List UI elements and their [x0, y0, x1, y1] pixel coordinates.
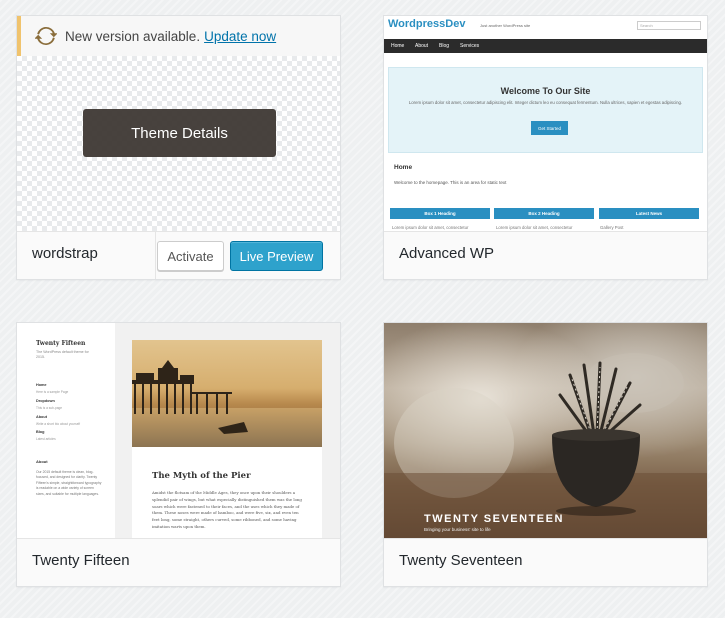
preview-nav-item: Services	[460, 43, 480, 49]
actions-divider	[155, 232, 156, 279]
preview-box-text: Lorem ipsum dolor sit amet, consectetur	[496, 225, 573, 230]
preview-article-title: The Myth of the Pier	[152, 471, 251, 481]
preview-nav-item: Home	[391, 43, 405, 49]
preview-article-text: Amidst the flotsam of the Middle Ages, t…	[152, 490, 302, 529]
theme-screenshot[interactable]: New version available. Update now Theme …	[17, 16, 340, 233]
update-notice-text: New version available.	[65, 28, 201, 44]
theme-card-advanced-wp[interactable]: WordpressDev Just another WordPress site…	[383, 15, 708, 280]
preview-menu-item: Blog	[36, 430, 45, 434]
theme-name: Twenty Fifteen	[32, 552, 130, 569]
preview-box-text: Gallery Post	[600, 225, 624, 230]
preview-about-text: Our 2015 default theme is clean, blog-fo…	[36, 470, 102, 496]
preview-hero: Welcome To Our Site Lorem ipsum dolor si…	[388, 67, 703, 153]
preview-nav: Home About Blog Services	[384, 39, 707, 53]
preview-site-title: TWENTY SEVENTEEN	[424, 513, 564, 525]
preview-home-text: Welcome to the homepage. This is an area…	[394, 180, 507, 185]
activate-button[interactable]: Activate	[157, 241, 224, 271]
preview-tagline: Bringing your business' site to life	[424, 527, 491, 532]
preview-nav-item: Blog	[439, 43, 450, 49]
preview-site-description: The WordPress default theme for 2015.	[36, 350, 89, 359]
preview-box-heading: Box 2 Heading	[494, 208, 594, 219]
theme-footer: wordstrap Activate Live Preview	[17, 231, 340, 279]
theme-name: wordstrap	[32, 245, 98, 262]
preview-box-heading: Box 1 Heading	[390, 208, 490, 219]
preview-menu-sub: Write a short bio about yourself	[36, 422, 81, 426]
preview-search: Search	[637, 21, 701, 30]
preview-menu-item: Dropdown	[36, 399, 55, 403]
pier-silhouette	[132, 360, 248, 434]
theme-screenshot[interactable]: WordpressDev Just another WordPress site…	[384, 16, 707, 233]
preview-about-heading: About	[36, 459, 48, 464]
update-notice: New version available. Update now	[17, 16, 340, 56]
theme-footer: Advanced WP	[384, 231, 707, 279]
theme-footer: Twenty Seventeen	[384, 538, 707, 586]
preview-menu-sub: This is a sub-page	[36, 406, 63, 410]
preview-site-title: Twenty Fifteen	[36, 340, 86, 347]
live-preview-button[interactable]: Live Preview	[230, 241, 323, 271]
preview-hero-title: Welcome To Our Site	[500, 86, 591, 96]
update-now-link[interactable]: Update now	[204, 29, 276, 44]
preview-sidebar: Twenty Fifteen The WordPress default the…	[17, 323, 115, 540]
preview-menu-item: Home	[36, 383, 47, 387]
theme-footer: Twenty Fifteen	[17, 538, 340, 586]
theme-screenshot[interactable]: Twenty Fifteen The WordPress default the…	[17, 323, 340, 540]
preview-menu-sub: Latest articles	[36, 437, 56, 441]
theme-card-twenty-fifteen[interactable]: Twenty Fifteen The WordPress default the…	[16, 322, 341, 587]
preview-menu-item: About	[36, 415, 47, 419]
plant-photo	[384, 353, 707, 540]
theme-name: Advanced WP	[399, 245, 495, 262]
preview-menu-sub: Here is a sample Page	[36, 390, 69, 394]
preview-brand: WordpressDev	[388, 18, 466, 30]
theme-name: Twenty Seventeen	[399, 552, 523, 569]
preview-hero-button: Get Started	[531, 121, 568, 135]
preview-hero-text: Lorem ipsum dolor sit amet, consectetur …	[408, 100, 683, 105]
update-icon	[35, 26, 57, 46]
pier-photo	[132, 340, 322, 447]
theme-card-twenty-seventeen[interactable]: TWENTY SEVENTEEN Bringing your business'…	[383, 322, 708, 587]
theme-screenshot[interactable]: TWENTY SEVENTEEN Bringing your business'…	[384, 323, 707, 540]
preview-header: WordpressDev Just another WordPress site…	[384, 16, 707, 38]
preview-tagline: Just another WordPress site	[480, 23, 531, 28]
theme-card-wordstrap[interactable]: New version available. Update now Theme …	[16, 15, 341, 280]
preview-home-heading: Home	[394, 164, 413, 171]
preview-article: The Myth of the Pier Amidst the flotsam …	[132, 340, 322, 540]
preview-nav-item: About	[415, 43, 429, 49]
preview-box-text: Lorem ipsum dolor sit amet, consectetur	[392, 225, 469, 230]
theme-details-button[interactable]: Theme Details	[83, 109, 276, 157]
preview-box-heading: Latest News	[599, 208, 699, 219]
